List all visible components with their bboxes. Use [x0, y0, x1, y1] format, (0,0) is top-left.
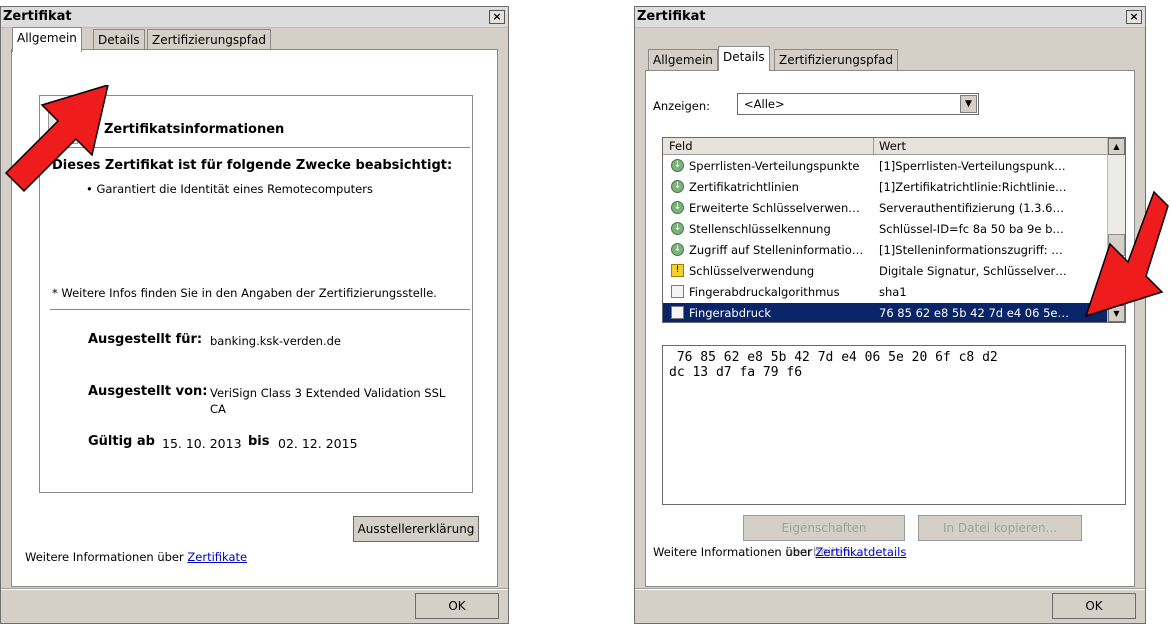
extension-field-icon: ↓ — [671, 180, 684, 193]
row-field-name: Erweiterte Schlüsselverwen… — [689, 201, 860, 215]
tab-zertifizierungspfad[interactable]: Zertifizierungspfad — [147, 29, 271, 51]
row-field-value: [1]Zertifikatrichtlinie:Richtlinie… — [879, 180, 1067, 194]
more-info-text: Weitere Informationen über Zertifikate — [25, 550, 247, 564]
column-divider[interactable] — [873, 138, 874, 154]
tab-allgemein[interactable]: Allgemein — [648, 49, 718, 71]
chevron-down-icon[interactable]: ▼ — [960, 95, 977, 113]
divider — [635, 588, 1145, 590]
warning-field-icon: ! — [671, 264, 684, 277]
issued-by-value-line2: CA — [210, 402, 226, 416]
list-row[interactable]: ↓ Stellenschlüsselkennung Schlüssel-ID=fc … — [663, 219, 1108, 240]
row-field-name: Zugriff auf Stelleninformatio… — [689, 243, 864, 257]
issuer-statement-button[interactable]: Ausstellererklärung — [353, 516, 479, 542]
more-info-text: Weitere Informationen über Zertifikatdet… — [653, 545, 906, 559]
red-arrow-right — [1084, 190, 1169, 318]
tab-zertifizierungspfad[interactable]: Zertifizierungspfad — [774, 49, 898, 71]
valid-from-value: 15. 10. 2013 — [162, 436, 242, 451]
valid-to-label: bis — [248, 434, 270, 449]
property-field-icon — [671, 306, 684, 319]
list-row[interactable]: ↓ Sperrlisten-Verteilungspunkte [1]Sperrli… — [663, 156, 1108, 177]
row-field-name: Schlüsselverwendung — [689, 264, 815, 278]
row-field-value: [1]Stelleninformationszugriff: … — [879, 243, 1063, 257]
issued-to-label: Ausgestellt für: — [88, 332, 203, 347]
issued-by-value: VeriSign Class 3 Extended Validation SSL — [210, 386, 446, 400]
row-field-name: Stellenschlüsselkennung — [689, 222, 831, 236]
issued-by-label: Ausgestellt von: — [88, 384, 208, 399]
extension-field-icon: ↓ — [671, 243, 684, 256]
divider — [1, 588, 508, 590]
ok-button[interactable]: OK — [1052, 593, 1136, 619]
list-row[interactable]: Fingerabdruck 76 85 62 e8 5b 42 7d e4 06 … — [663, 303, 1108, 322]
edit-properties-button[interactable]: Eigenschaften bearbeiten... — [743, 515, 905, 559]
field-value-box[interactable]: 76 85 62 e8 5b 42 7d e4 06 5e 20 6f c8 d… — [662, 345, 1126, 505]
tab-details[interactable]: Details — [93, 29, 145, 51]
ok-button[interactable]: OK — [415, 593, 499, 619]
list-row[interactable]: ↓ Zugriff auf Stelleninformatio… [1]Stelle… — [663, 240, 1108, 261]
tab-allgemein[interactable]: Allgemein — [12, 27, 82, 52]
tab-details[interactable]: Details — [718, 46, 770, 71]
issued-to-value: banking.ksk-verden.de — [210, 334, 341, 348]
certificate-details-link[interactable]: Zertifikatdetails — [815, 545, 906, 559]
close-button[interactable]: × — [489, 10, 505, 24]
extension-field-icon: ↓ — [671, 159, 684, 172]
list-row[interactable]: ↓ Erweiterte Schlüsselverwen… Serverauthen… — [663, 198, 1108, 219]
list-row[interactable]: Fingerabdruckalgorithmus sha1 — [663, 282, 1108, 303]
certificates-link[interactable]: Zertifikate — [187, 550, 247, 564]
list-row[interactable]: ! Schlüsselverwendung Digitale Signatur, S… — [663, 261, 1108, 282]
row-field-value: Serverauthentifizierung (1.3.6… — [879, 201, 1064, 215]
window-title: Zertifikat — [637, 9, 706, 24]
show-dropdown-value: <Alle> — [744, 97, 785, 111]
title-bar: Zertifikat × — [635, 7, 1145, 28]
show-dropdown[interactable]: <Alle> ▼ — [737, 93, 979, 115]
row-field-value: [1]Sperrlisten-Verteilungspunk… — [879, 159, 1066, 173]
row-field-value: sha1 — [879, 285, 907, 299]
red-arrow-left — [4, 85, 109, 193]
row-field-name: Fingerabdruck — [689, 306, 772, 320]
copy-to-file-button[interactable]: In Datei kopieren... — [918, 515, 1082, 541]
row-field-name: Fingerabdruckalgorithmus — [689, 285, 840, 299]
close-button[interactable]: × — [1126, 10, 1142, 24]
list-row[interactable]: ↓ Zertifikatrichtlinien [1]Zertifikatricht… — [663, 177, 1108, 198]
valid-to-value: 02. 12. 2015 — [278, 436, 358, 451]
column-header-value[interactable]: Wert — [879, 139, 906, 153]
show-label: Anzeigen: — [653, 99, 711, 113]
more-info-prefix: Weitere Informationen über — [25, 550, 184, 564]
row-field-value: Digitale Signatur, Schlüsselver… — [879, 264, 1067, 278]
more-info-prefix: Weitere Informationen über — [653, 545, 812, 559]
scroll-up-icon[interactable]: ▲ — [1108, 138, 1125, 155]
extension-field-icon: ↓ — [671, 201, 684, 214]
fields-list[interactable]: Feld Wert ↓ Sperrlisten-Verteilungspunkte… — [662, 137, 1126, 323]
divider — [50, 309, 470, 310]
property-field-icon — [671, 285, 684, 298]
valid-from-label: Gültig ab — [88, 434, 155, 449]
row-field-name: Zertifikatrichtlinien — [689, 180, 799, 194]
column-header-field[interactable]: Feld — [669, 139, 693, 153]
extension-field-icon: ↓ — [671, 222, 684, 235]
window-title: Zertifikat — [3, 9, 72, 24]
info-note: * Weitere Infos finden Sie in den Angabe… — [52, 286, 437, 300]
row-field-name: Sperrlisten-Verteilungspunkte — [689, 159, 860, 173]
list-header: Feld Wert — [663, 138, 1108, 155]
row-field-value: Schlüssel-ID=fc 8a 50 ba 9e b… — [879, 222, 1064, 236]
title-bar: Zertifikat × — [1, 7, 508, 28]
row-field-value: 76 85 62 e8 5b 42 7d e4 06 5e… — [879, 306, 1069, 320]
